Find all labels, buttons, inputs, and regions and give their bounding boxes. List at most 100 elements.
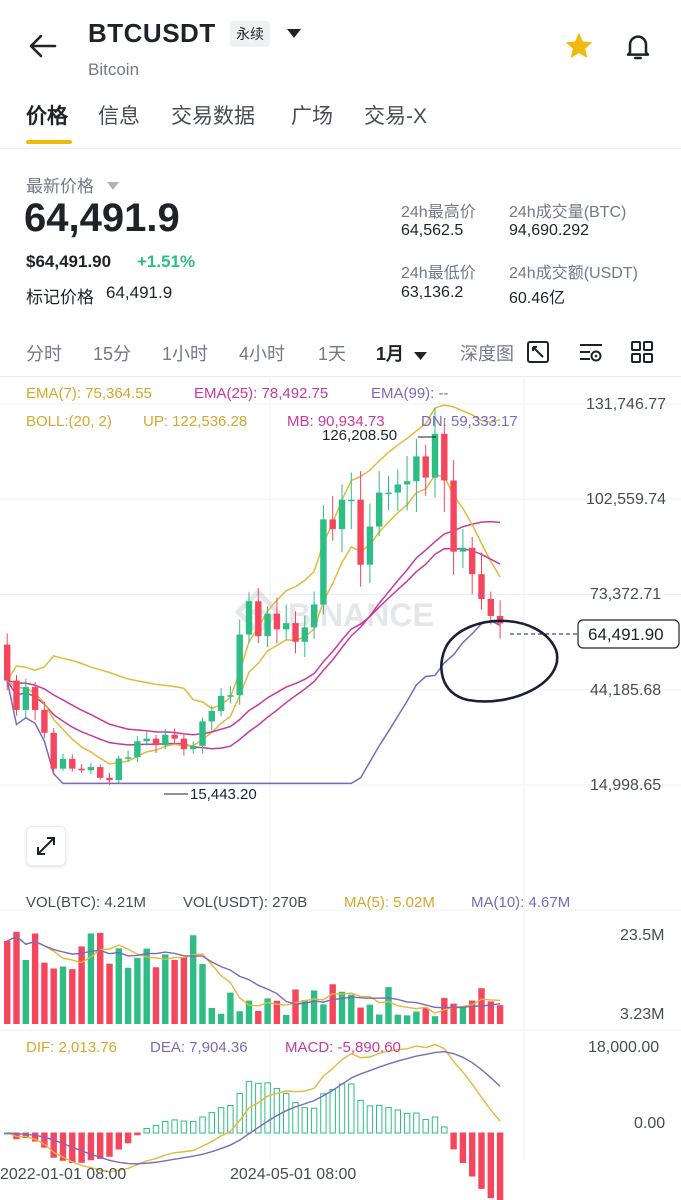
candle-body <box>78 768 85 771</box>
price-axis-label: 73,372.71 <box>590 586 662 603</box>
volume-bar <box>180 957 188 1024</box>
candle-body <box>97 767 104 778</box>
candle-body <box>87 767 95 771</box>
macd-bar <box>152 1125 160 1134</box>
tab-info[interactable]: 信息 <box>98 100 140 130</box>
volume-bar <box>403 1015 411 1024</box>
volume-bar <box>162 954 169 1024</box>
macd-bar <box>469 1132 476 1177</box>
volume-bar <box>283 1014 290 1024</box>
volume-bar <box>348 994 355 1024</box>
boll-up-legend: UP: 122,536.28 <box>143 413 248 430</box>
back-button[interactable] <box>22 30 62 62</box>
macd-bar <box>376 1104 383 1134</box>
volume-axis-label: 23.5M <box>620 927 665 944</box>
tabs-divider <box>0 148 681 149</box>
macd-bar <box>422 1118 429 1134</box>
symbol-dropdown-icon[interactable] <box>286 27 302 45</box>
timeframe-1m[interactable]: 1月 <box>376 340 404 366</box>
volume-bar <box>171 959 178 1024</box>
volume-bar <box>431 1016 439 1024</box>
candle-body <box>31 687 39 710</box>
chart-fullscreen-icon[interactable] <box>526 340 550 369</box>
candle-body <box>59 758 67 769</box>
latest-price-label[interactable]: 最新价格 <box>26 172 94 197</box>
timeframe-1h[interactable]: 1小时 <box>162 340 208 366</box>
candle-body <box>338 499 346 530</box>
expand-chart-button[interactable] <box>26 826 66 866</box>
macd-bar <box>106 1132 113 1157</box>
candle-body <box>301 627 308 642</box>
candle-body <box>217 695 225 711</box>
volume-bar <box>4 940 11 1024</box>
volume-bar <box>87 933 95 1024</box>
boll-legend: BOLL:(20, 2) <box>26 413 112 430</box>
macd-bar <box>273 1087 281 1134</box>
volume-ma5-legend: MA(5): 5.02M <box>344 894 435 911</box>
volume-bar <box>134 957 141 1024</box>
macd-bar <box>283 1092 290 1134</box>
candle-body <box>320 519 327 605</box>
macd-bar <box>459 1132 467 1163</box>
volume-ma10-legend: MA(10): 4.67M <box>471 894 571 911</box>
macd-bar <box>190 1120 197 1134</box>
timeframe-realtime[interactable]: 分时 <box>26 340 62 366</box>
time-axis-label: 2022-01-01 08:00 <box>0 1166 127 1183</box>
favorite-star-icon[interactable] <box>563 30 595 67</box>
price-axis-label: 102,559.74 <box>586 491 667 508</box>
low-24h-value: 63,136.2 <box>401 284 464 301</box>
candle-body <box>236 634 243 696</box>
macd-bar <box>366 1105 374 1134</box>
candle-body <box>106 777 113 781</box>
timeframe-dropdown-icon[interactable] <box>414 348 427 366</box>
macd-bar <box>450 1132 457 1150</box>
active-tab-indicator <box>26 140 72 144</box>
ema7-legend: EMA(7): 75,364.55 <box>26 385 152 402</box>
tab-square[interactable]: 广场 <box>291 100 333 130</box>
candle-body <box>413 456 420 482</box>
volume-bar <box>124 967 132 1024</box>
tab-trade-x[interactable]: 交易-X <box>364 100 427 130</box>
bell-icon[interactable] <box>622 30 654 67</box>
candle-body <box>190 745 197 750</box>
candle-body <box>487 598 494 616</box>
macd-bar <box>87 1132 95 1161</box>
candle-body <box>134 741 141 758</box>
low-24h-label: 24h最低价 <box>401 265 476 282</box>
price-axis-label: 44,185.68 <box>590 682 662 699</box>
timeframe-15m[interactable]: 15分 <box>93 340 131 366</box>
boll-mb-legend: MB: 90,934.73 <box>287 413 385 430</box>
macd-bar <box>441 1126 448 1134</box>
layout-grid-icon[interactable] <box>630 340 654 369</box>
timeframe-depth[interactable]: 深度图 <box>460 340 522 366</box>
macd-bar <box>171 1119 178 1134</box>
candle-body <box>273 613 281 630</box>
candle-body <box>310 604 318 628</box>
volume-bar <box>143 948 150 1024</box>
timeframe-4h[interactable]: 4小时 <box>239 340 285 366</box>
price-chart[interactable]: BINANCE 64,491.90 126,208.50 15,443.20 <box>0 376 681 1200</box>
mark-price-label: 标记价格 <box>26 288 94 307</box>
timeframe-1d[interactable]: 1天 <box>318 340 346 366</box>
boll-dn-legend: DN: 59,333.17 <box>421 413 518 430</box>
tab-price[interactable]: 价格 <box>26 100 68 130</box>
volume-usdt-value: 60.46亿 <box>509 290 566 307</box>
volume-bar <box>310 990 318 1024</box>
symbol-title[interactable]: BTCUSDT <box>88 18 216 49</box>
macd-bar <box>385 1107 392 1134</box>
dif-legend: DIF: 2,013.76 <box>26 1039 117 1056</box>
volume-bar <box>459 1005 467 1024</box>
candle-body <box>431 433 439 478</box>
macd-bar <box>124 1132 132 1144</box>
macd-bar <box>143 1128 150 1134</box>
candle-body <box>13 680 20 710</box>
volume-bar <box>217 1013 225 1024</box>
tab-trading-data[interactable]: 交易数据 <box>171 100 255 130</box>
volume-bar <box>366 1004 374 1024</box>
mark-price-value: 64,491.9 <box>106 283 173 302</box>
macd-bar <box>264 1082 271 1134</box>
candle-body <box>283 623 290 630</box>
indicator-settings-icon[interactable] <box>578 340 604 369</box>
boll-lower-line <box>6 620 501 785</box>
latest-price-dropdown-icon[interactable] <box>107 178 119 196</box>
